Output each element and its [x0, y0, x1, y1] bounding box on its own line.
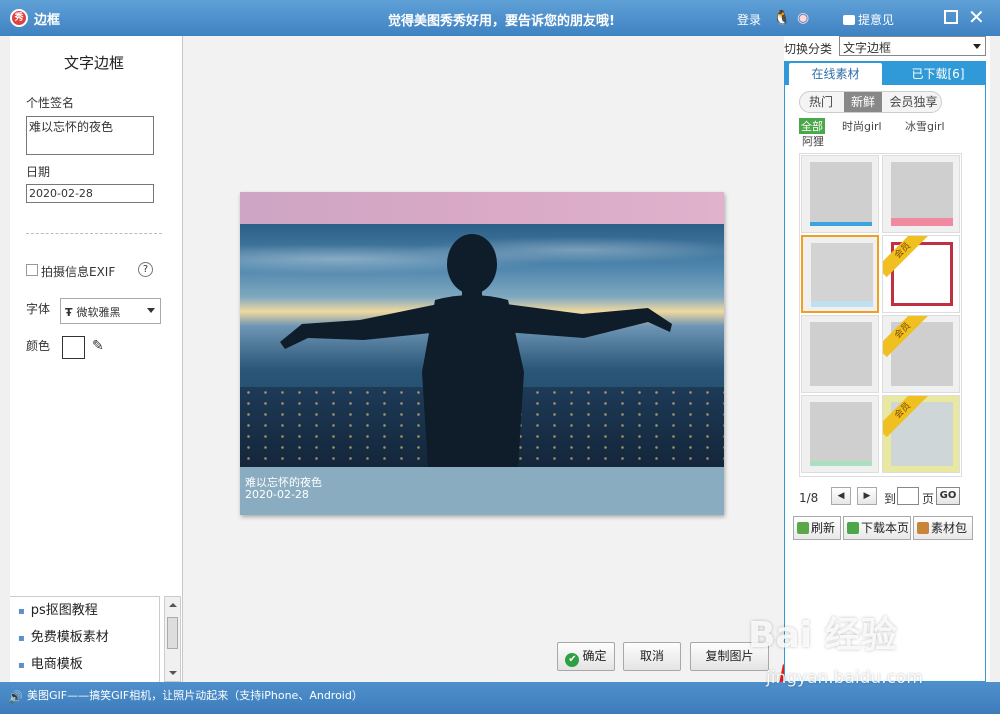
frame-thumbnail[interactable]: 会员 [882, 395, 960, 473]
left-panel: 文字边框 个性签名 难以忘怀的夜色 日期 2020-02-28 拍摄信息EXIF… [10, 36, 183, 682]
go-button[interactable]: GO [936, 487, 960, 505]
refresh-icon [797, 522, 809, 534]
watermark-url: jingyan.baidu.com [766, 668, 923, 688]
frame-thumbnail[interactable]: 会员 [882, 315, 960, 393]
preview-area: 难以忘怀的夜色 2020-02-28 ✔ 确定 取消 复制图片 [183, 36, 859, 684]
thumb-preview [810, 322, 872, 386]
material-body: 热门 新鲜 会员独享 全部 时尚girl 冰雪girl 阿狸 会员 会员 会员 … [784, 85, 986, 682]
thumb-preview [810, 402, 872, 466]
link-item[interactable]: 免费模板素材 [10, 624, 159, 651]
category-select-value: 文字边框 [843, 41, 892, 55]
cancel-button[interactable]: 取消 [623, 642, 681, 671]
tab-online[interactable]: 在线素材 [789, 63, 882, 85]
confirm-button[interactable]: ✔ 确定 [557, 642, 615, 671]
link-item[interactable]: ps抠图教程 [10, 597, 159, 624]
subtab-new[interactable]: 新鲜 [844, 92, 882, 112]
frame-thumbnail[interactable] [882, 155, 960, 233]
tag-fashion-girl[interactable]: 时尚girl [842, 118, 882, 134]
category-select[interactable]: 文字边框 [839, 36, 986, 56]
tab-downloaded[interactable]: 已下载[6] [892, 63, 984, 85]
scroll-thumb[interactable] [167, 617, 178, 649]
thumb-preview [811, 243, 873, 307]
watermark-logo: Bai 经验 [748, 615, 897, 656]
chevron-down-icon [147, 308, 155, 313]
page-indicator: 1/8 [799, 491, 819, 505]
links-scrollbar[interactable] [164, 596, 181, 682]
next-page-button[interactable]: ▶ [857, 487, 877, 505]
chevron-down-icon [973, 44, 981, 49]
window-title: 边框 [34, 13, 61, 28]
slogan-text: 觉得美图秀秀好用，要告诉您的朋友哦! [388, 14, 615, 29]
font-select[interactable]: Ŧ 微软雅黑 [60, 298, 161, 324]
photo-preview: 难以忘怀的夜色 2020-02-28 [240, 192, 724, 515]
frame-thumbnail[interactable]: 会员 [882, 235, 960, 313]
refresh-label: 刷新 [811, 521, 836, 535]
divider [26, 233, 162, 234]
page-input[interactable] [897, 487, 919, 505]
weibo-icon[interactable]: ◉ [797, 10, 809, 26]
sub-tabs: 热门 新鲜 会员独享 [799, 91, 942, 113]
package-icon [917, 522, 929, 534]
signature-textarea[interactable]: 难以忘怀的夜色 [26, 116, 154, 155]
maximize-button[interactable] [944, 10, 958, 24]
scroll-down-icon[interactable] [169, 671, 177, 675]
status-promo-link[interactable]: 美图GIF——搞笑GIF相机，让照片动起来（支持iPhone、Android） [27, 687, 363, 703]
help-icon[interactable]: ? [138, 262, 153, 277]
material-panel: 切换分类 文字边框 在线素材 已下载[6] 热门 新鲜 会员独享 全部 时尚gi… [784, 36, 990, 682]
tag-snow-girl[interactable]: 冰雪girl [905, 118, 945, 134]
color-label: 颜色 [26, 339, 51, 353]
material-pack-label: 素材包 [931, 521, 968, 535]
date-label: 日期 [26, 165, 51, 179]
qq-icon[interactable]: 🐧 [773, 10, 790, 26]
link-item[interactable]: 电商模板 [10, 651, 159, 678]
confirm-label: 确定 [582, 649, 607, 663]
frame-thumbnail[interactable] [801, 395, 879, 473]
download-page-button[interactable]: 下载本页 [843, 516, 911, 540]
login-link[interactable]: 登录 [737, 11, 761, 28]
goto-label: 到 [884, 492, 897, 506]
font-select-value: 微软雅黑 [76, 306, 121, 319]
thumb-preview [891, 162, 953, 226]
feedback-icon [843, 15, 855, 25]
thumb-preview [810, 162, 872, 226]
eyedropper-icon[interactable]: ✎ [92, 338, 104, 354]
check-icon: ✔ [565, 653, 580, 667]
signature-label: 个性签名 [26, 96, 75, 110]
font-label: 字体 [26, 302, 51, 316]
scroll-up-icon[interactable] [169, 603, 177, 607]
app-logo-icon: 秀 [10, 9, 28, 27]
subtab-hot[interactable]: 热门 [802, 92, 840, 112]
tag-ali[interactable]: 阿狸 [802, 133, 824, 149]
page-label: 页 [922, 492, 935, 506]
subtab-vip[interactable]: 会员独享 [886, 92, 941, 112]
thumbnail-grid: 会员 会员 会员 [799, 153, 962, 477]
tutorial-links: ps抠图教程 免费模板素材 电商模板 [10, 596, 160, 682]
title-bar: 秀 边框 觉得美图秀秀好用，要告诉您的朋友哦! 登录 🐧 ◉ 提意见 ✕ [0, 0, 1000, 36]
frame-thumbnail[interactable] [801, 155, 879, 233]
feedback-label: 提意见 [858, 13, 895, 27]
caption-date: 2020-02-28 [245, 488, 309, 501]
frame-thumbnail[interactable] [801, 315, 879, 393]
refresh-button[interactable]: 刷新 [793, 516, 841, 540]
category-label: 切换分类 [784, 42, 833, 56]
tag-all[interactable]: 全部 [799, 118, 825, 134]
font-type-icon: Ŧ [65, 306, 73, 319]
speaker-icon: 🔊 [8, 690, 23, 704]
feedback-button[interactable]: 提意见 [843, 11, 894, 28]
frame-thumbnail-selected[interactable] [801, 235, 879, 313]
panel-title: 文字边框 [64, 54, 125, 72]
material-tabs: 在线素材 已下载[6] [784, 61, 986, 85]
close-button[interactable]: ✕ [968, 5, 985, 29]
download-label: 下载本页 [861, 521, 910, 535]
material-pack-button[interactable]: 素材包 [913, 516, 973, 540]
download-icon [847, 522, 859, 534]
exif-label: 拍摄信息EXIF [41, 265, 116, 279]
color-swatch[interactable] [62, 336, 85, 359]
date-input[interactable]: 2020-02-28 [26, 184, 154, 203]
prev-page-button[interactable]: ◀ [831, 487, 851, 505]
exif-checkbox[interactable] [26, 264, 38, 276]
